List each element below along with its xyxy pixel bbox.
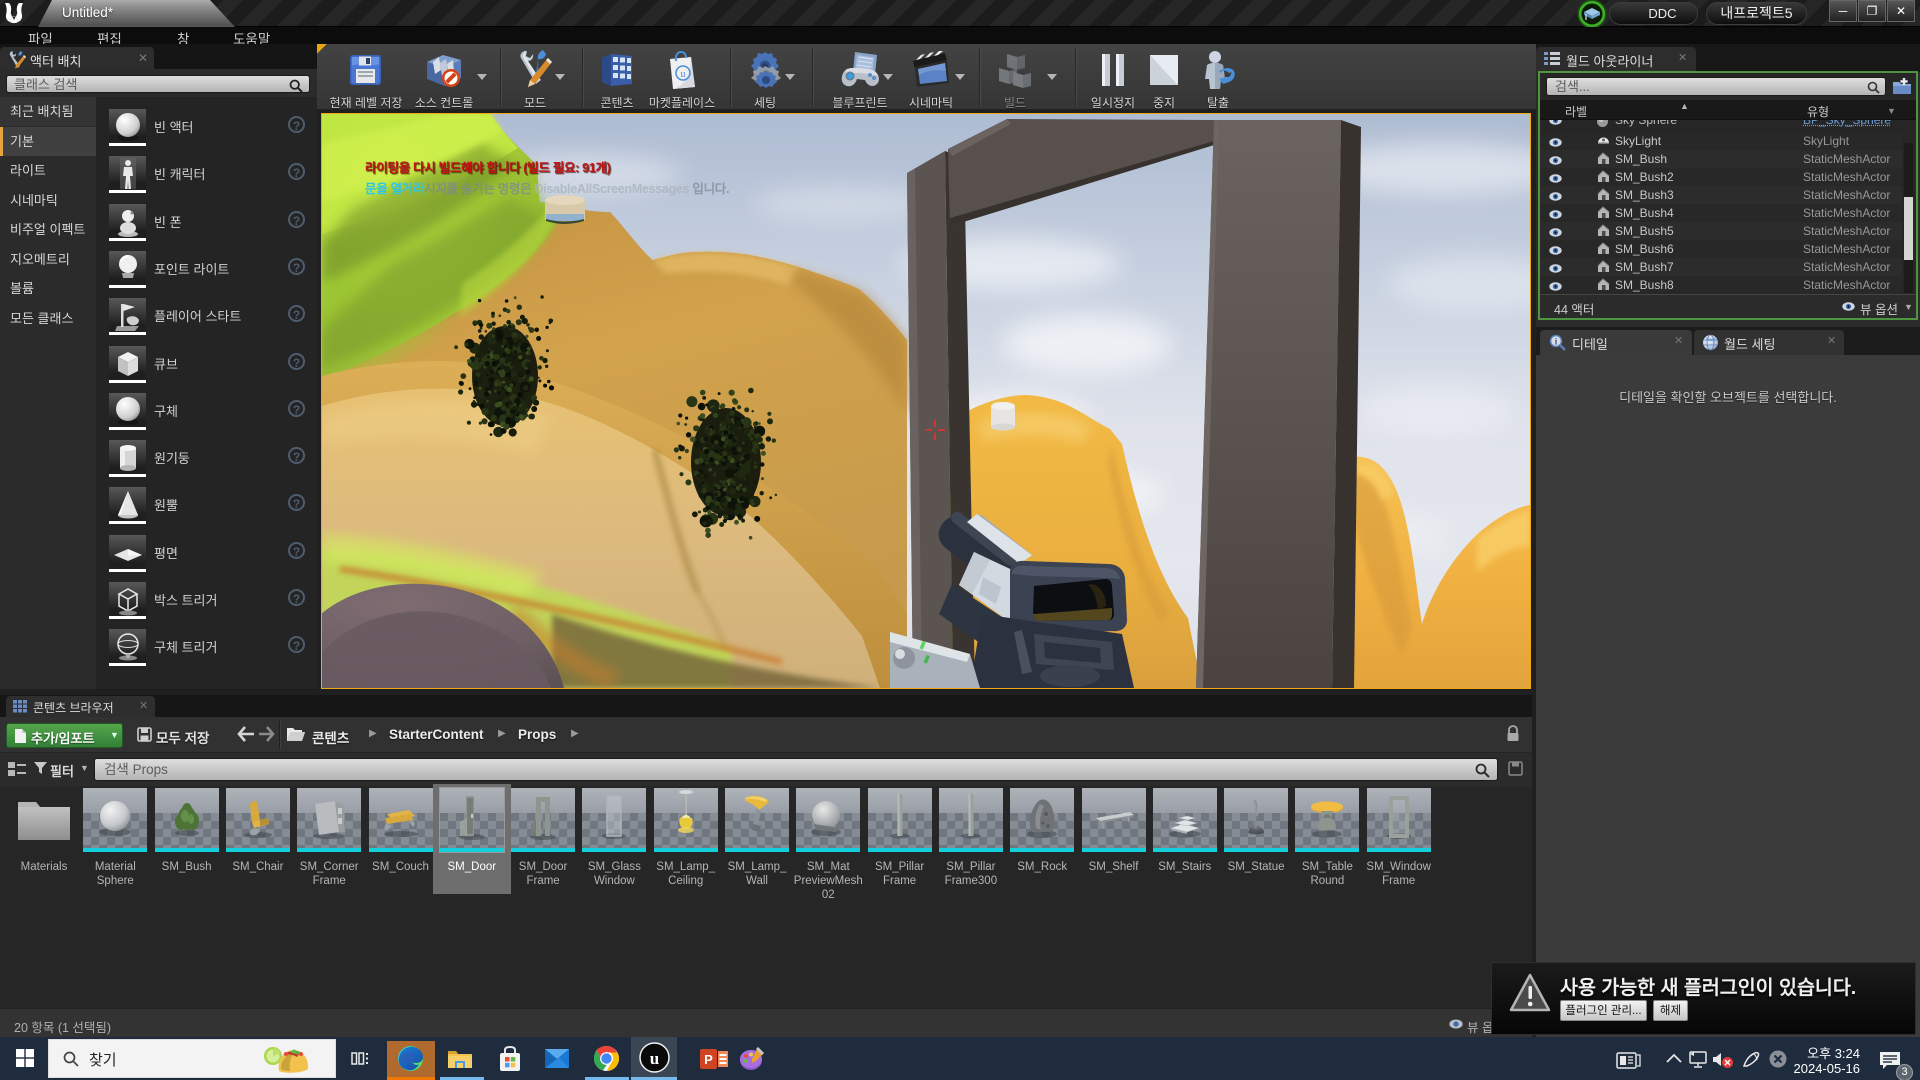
svg-text:u: u <box>650 1049 659 1068</box>
svg-text:u: u <box>681 69 686 80</box>
svg-text:P: P <box>704 1052 713 1067</box>
